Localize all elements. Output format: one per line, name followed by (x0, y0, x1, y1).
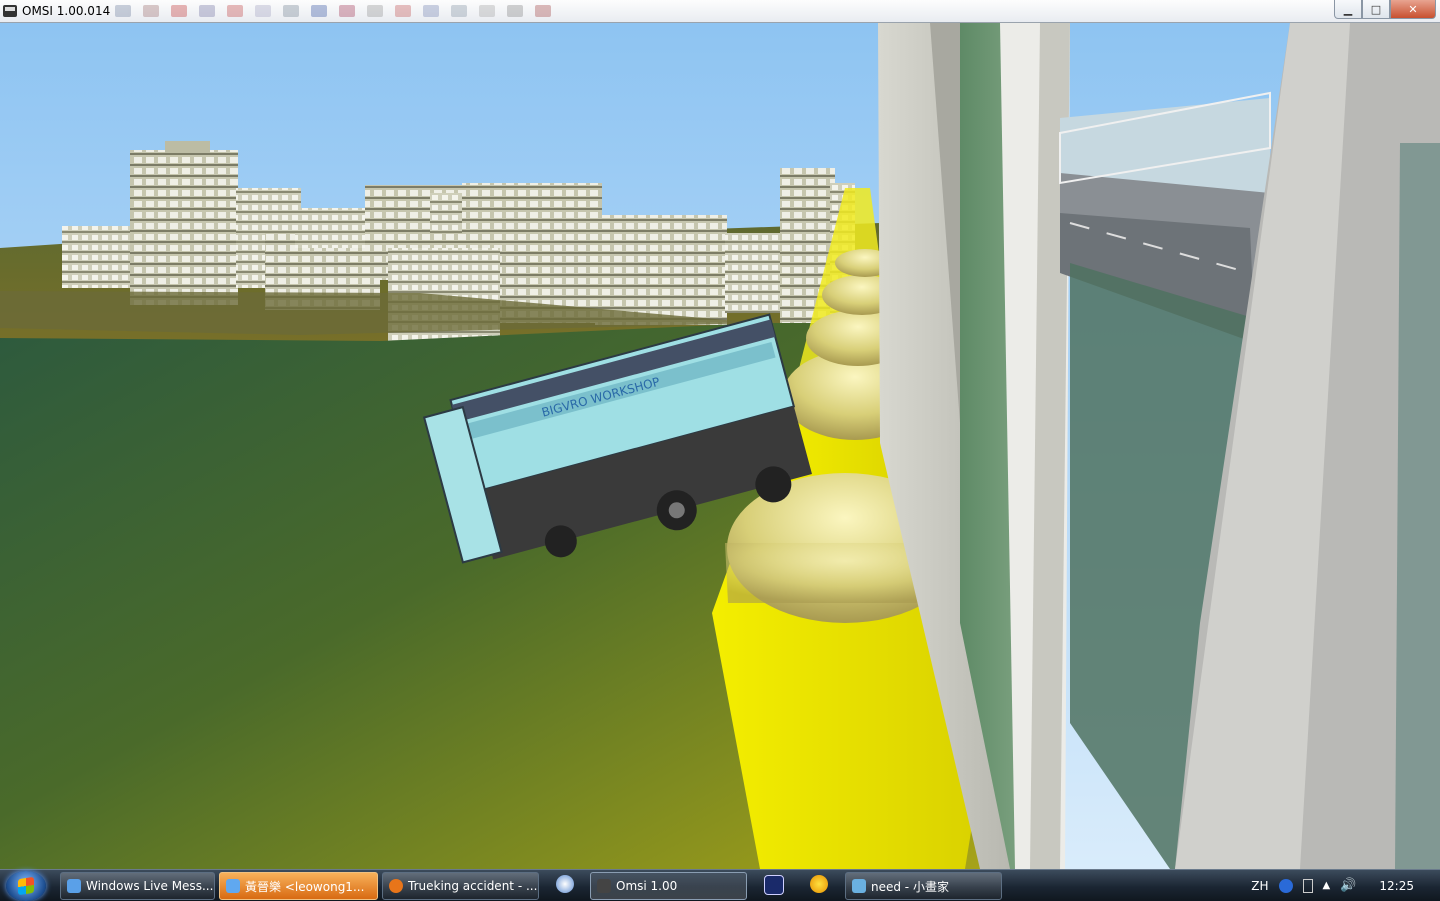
window-title-bar[interactable]: OMSI 1.00.014 ▁ □ ✕ (0, 0, 1440, 23)
taskbar-item-label: Omsi 1.00 (616, 879, 678, 893)
system-tray: ZH ▲ 🔊 12:25 (1246, 870, 1440, 901)
taskbar-item-label: need - 小畫家 (871, 879, 949, 894)
network-icon[interactable] (1302, 878, 1313, 893)
minimize-button[interactable]: ▁ (1334, 0, 1362, 19)
scene-svg: BIGVRO WORKSHOP (0, 23, 1440, 869)
paint-icon (852, 879, 866, 893)
messenger-icon (67, 879, 81, 893)
omsi-app-icon (3, 5, 17, 17)
taskbar-item-omsi[interactable]: Omsi 1.00 (590, 872, 747, 900)
omsi-bus-icon (597, 879, 611, 893)
start-button[interactable] (6, 870, 46, 901)
itunes-icon[interactable] (556, 875, 574, 893)
firefox-icon (389, 879, 403, 893)
taskbar-item-messenger[interactable]: Windows Live Mess... (60, 872, 215, 900)
windows-taskbar: Windows Live Mess... 黃晉樂 <leowong1... Tr… (0, 869, 1440, 901)
maximize-button[interactable]: □ (1362, 0, 1390, 19)
help-icon[interactable] (1278, 878, 1293, 893)
close-button[interactable]: ✕ (1390, 0, 1436, 19)
taskbar-item-label: 黃晉樂 <leowong1... (245, 879, 365, 894)
clock[interactable]: 12:25 (1379, 879, 1414, 893)
chat-window-icon (226, 879, 240, 893)
calculator-icon[interactable] (764, 875, 784, 895)
show-hidden-icons-chevron-icon[interactable]: ▲ (1323, 880, 1331, 891)
window-title: OMSI 1.00.014 (22, 4, 111, 18)
taskbar-item-paint[interactable]: need - 小畫家 (845, 872, 1002, 900)
taskbar-item-label: Trueking accident - ... (408, 879, 538, 893)
volume-icon[interactable]: 🔊 (1340, 878, 1356, 893)
windows-logo-icon (18, 876, 34, 895)
taskbar-item-label: Windows Live Mess... (86, 879, 214, 893)
taskbar-item-chat[interactable]: 黃晉樂 <leowong1... (219, 872, 378, 900)
qq-icon[interactable] (810, 875, 828, 893)
taskbar-item-firefox[interactable]: Trueking accident - ... (382, 872, 539, 900)
game-viewport[interactable]: BIGVRO WORKSHOP (0, 23, 1440, 869)
language-indicator[interactable]: ZH (1251, 879, 1268, 893)
glass-panel-right (1395, 143, 1440, 869)
ghost-toolbar (115, 5, 551, 17)
